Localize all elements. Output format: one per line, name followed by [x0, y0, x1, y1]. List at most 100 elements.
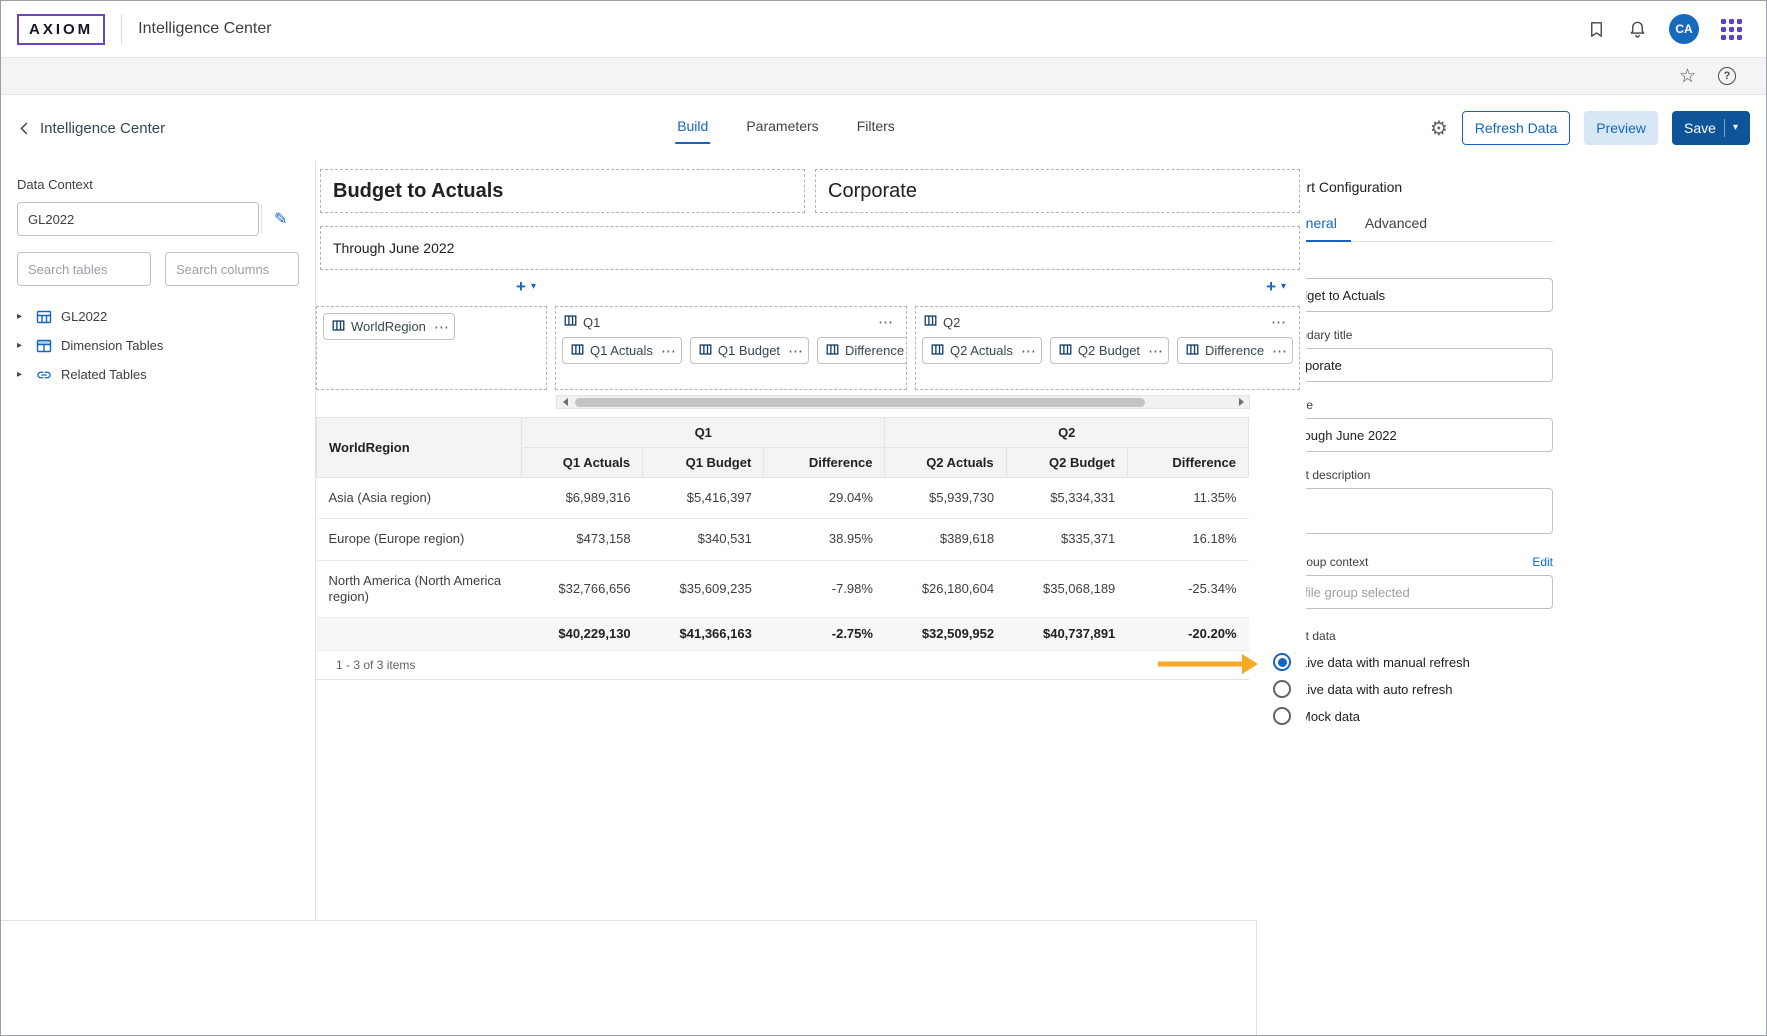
tree-item-related-tables[interactable]: ▸ Related Tables	[17, 360, 299, 389]
table-cell: Europe (Europe region)	[317, 519, 522, 560]
table-cell: $6,989,316	[522, 478, 643, 519]
horizontal-scrollbar[interactable]	[556, 395, 1250, 409]
favorite-star-icon[interactable]: ☆	[1679, 67, 1696, 86]
table-row: Asia (Asia region) $6,989,316 $5,416,397…	[317, 478, 1249, 519]
report-secondary-title-block[interactable]: Corporate	[815, 169, 1300, 213]
scroll-track[interactable]	[573, 396, 1233, 408]
radio-button[interactable]	[1273, 707, 1291, 725]
table-total-row: $40,229,130 $41,366,163 -2.75% $32,509,9…	[317, 618, 1249, 651]
app-launcher-icon[interactable]	[1721, 19, 1742, 40]
search-columns-input[interactable]	[165, 252, 299, 286]
report-title-block[interactable]: Budget to Actuals	[320, 169, 805, 213]
dimension-tables-icon	[36, 338, 52, 354]
q2-actuals-chip[interactable]: Q2 Actuals ⋯	[922, 337, 1042, 364]
table-cell: $5,939,730	[885, 478, 1006, 519]
table-cell: $35,068,189	[1006, 560, 1127, 618]
axiom-logo[interactable]: AXIOM	[17, 14, 105, 45]
radio-option-mock-data[interactable]: Mock data	[1273, 707, 1766, 725]
preview-button[interactable]: Preview	[1584, 111, 1658, 145]
notifications-bell-icon[interactable]	[1628, 20, 1647, 39]
radio-option-live-auto[interactable]: Live data with auto refresh	[1273, 680, 1766, 698]
sidebar: Data Context ✎ ▸ GL2022	[1, 161, 316, 920]
tab-parameters[interactable]: Parameters	[744, 112, 820, 144]
more-menu-icon[interactable]: ⋯	[1016, 342, 1041, 360]
radio-button[interactable]	[1273, 680, 1291, 698]
report-subtitle-block[interactable]: Through June 2022	[320, 226, 1300, 270]
secondary-title-input[interactable]	[1273, 348, 1553, 382]
tab-advanced[interactable]: Advanced	[1351, 206, 1441, 241]
more-menu-icon[interactable]: ⋯	[1267, 342, 1292, 360]
bookmark-icon[interactable]	[1587, 20, 1606, 39]
refresh-data-button[interactable]: Refresh Data	[1462, 111, 1570, 145]
add-column-group-button[interactable]: + ▾	[1266, 278, 1286, 295]
tree-item-dimension-tables[interactable]: ▸ Dimension Tables	[17, 331, 299, 360]
report-description-input[interactable]	[1273, 488, 1553, 534]
search-tables-input[interactable]	[17, 252, 151, 286]
user-avatar[interactable]: CA	[1669, 14, 1699, 44]
table-cell: $35,609,235	[643, 560, 764, 618]
scroll-right-button[interactable]	[1233, 396, 1249, 408]
save-dropdown-caret-icon[interactable]: ▾	[1733, 123, 1738, 133]
subtitle-input[interactable]	[1273, 418, 1553, 452]
row-field-panel[interactable]: WorldRegion ⋯	[316, 306, 547, 390]
add-row-field-button[interactable]: + ▾	[516, 278, 536, 295]
file-group-input[interactable]	[1273, 575, 1553, 609]
tab-filters[interactable]: Filters	[855, 112, 897, 144]
edit-pencil-icon[interactable]: ✎	[261, 204, 299, 234]
q1-difference-chip[interactable]: Difference ⋯	[817, 337, 907, 364]
column-icon	[826, 343, 839, 359]
q2-difference-chip[interactable]: Difference ⋯	[1177, 337, 1293, 364]
column-icon	[571, 343, 584, 359]
more-menu-icon[interactable]: ⋯	[783, 342, 808, 360]
view-tabs: Build Parameters Filters	[675, 112, 897, 144]
more-menu-icon[interactable]: ⋯	[873, 313, 898, 331]
more-menu-icon[interactable]: ⋯	[656, 342, 681, 360]
help-icon[interactable]: ?	[1718, 67, 1736, 85]
column-icon	[699, 343, 712, 359]
q2-budget-chip[interactable]: Q2 Budget ⋯	[1050, 337, 1169, 364]
expand-caret-icon[interactable]: ▸	[17, 311, 27, 322]
secondary-title-field-label: Secondary title	[1273, 328, 1766, 342]
back-chevron-icon	[17, 121, 32, 136]
q1-budget-chip[interactable]: Q1 Budget ⋯	[690, 337, 809, 364]
more-menu-icon[interactable]: ⋯	[429, 318, 454, 336]
tab-build[interactable]: Build	[675, 112, 710, 144]
field-panels: WorldRegion ⋯ Q1 ⋯	[316, 306, 1300, 390]
scroll-thumb[interactable]	[575, 398, 1145, 407]
table-row: Europe (Europe region) $473,158 $340,531…	[317, 519, 1249, 560]
table-cell: 38.95%	[764, 519, 885, 560]
table-cell: $26,180,604	[885, 560, 1006, 618]
group-header-q1: Q1	[522, 418, 885, 448]
worldregion-field-chip[interactable]: WorldRegion ⋯	[323, 313, 455, 340]
config-panel: Report Configuration General Advanced Ti…	[1256, 161, 1766, 1036]
link-icon	[36, 367, 52, 383]
table-cell: North America (North America region)	[317, 560, 522, 618]
chip-label: Q2 Actuals	[950, 343, 1013, 358]
expand-caret-icon[interactable]: ▸	[17, 340, 27, 351]
save-split-divider	[1724, 119, 1725, 137]
radio-option-live-manual[interactable]: Live data with manual refresh	[1273, 653, 1766, 671]
config-panel-title: Report Configuration	[1273, 179, 1766, 195]
radio-button-selected[interactable]	[1273, 653, 1291, 671]
data-context-input[interactable]	[17, 202, 259, 236]
column-icon	[332, 319, 345, 335]
settings-gear-icon[interactable]: ⚙	[1430, 116, 1448, 141]
q1-actuals-chip[interactable]: Q1 Actuals ⋯	[562, 337, 682, 364]
save-button[interactable]: Save ▾	[1672, 111, 1750, 145]
plus-icon: +	[1266, 278, 1276, 295]
expand-caret-icon[interactable]: ▸	[17, 369, 27, 380]
title-input[interactable]	[1273, 278, 1553, 312]
table-cell: $5,416,397	[643, 478, 764, 519]
file-group-edit-link[interactable]: Edit	[1532, 555, 1553, 569]
toolbar-actions: ⚙ Refresh Data Preview Save ▾	[1430, 111, 1750, 145]
title-field-label: Title	[1273, 258, 1766, 272]
q2-group-panel[interactable]: Q2 ⋯ Q2 Actuals ⋯	[915, 306, 1300, 390]
tree-item-gl2022[interactable]: ▸ GL2022	[17, 302, 299, 331]
q1-group-panel[interactable]: Q1 ⋯ Q1 Actuals ⋯	[555, 306, 907, 390]
scroll-left-button[interactable]	[557, 396, 573, 408]
more-menu-icon[interactable]: ⋯	[1266, 313, 1291, 331]
table-cell: -2.75%	[764, 618, 885, 651]
breadcrumb-back[interactable]: Intelligence Center	[17, 120, 165, 137]
report-toolbar: Intelligence Center Build Parameters Fil…	[1, 95, 1766, 161]
more-menu-icon[interactable]: ⋯	[1143, 342, 1168, 360]
